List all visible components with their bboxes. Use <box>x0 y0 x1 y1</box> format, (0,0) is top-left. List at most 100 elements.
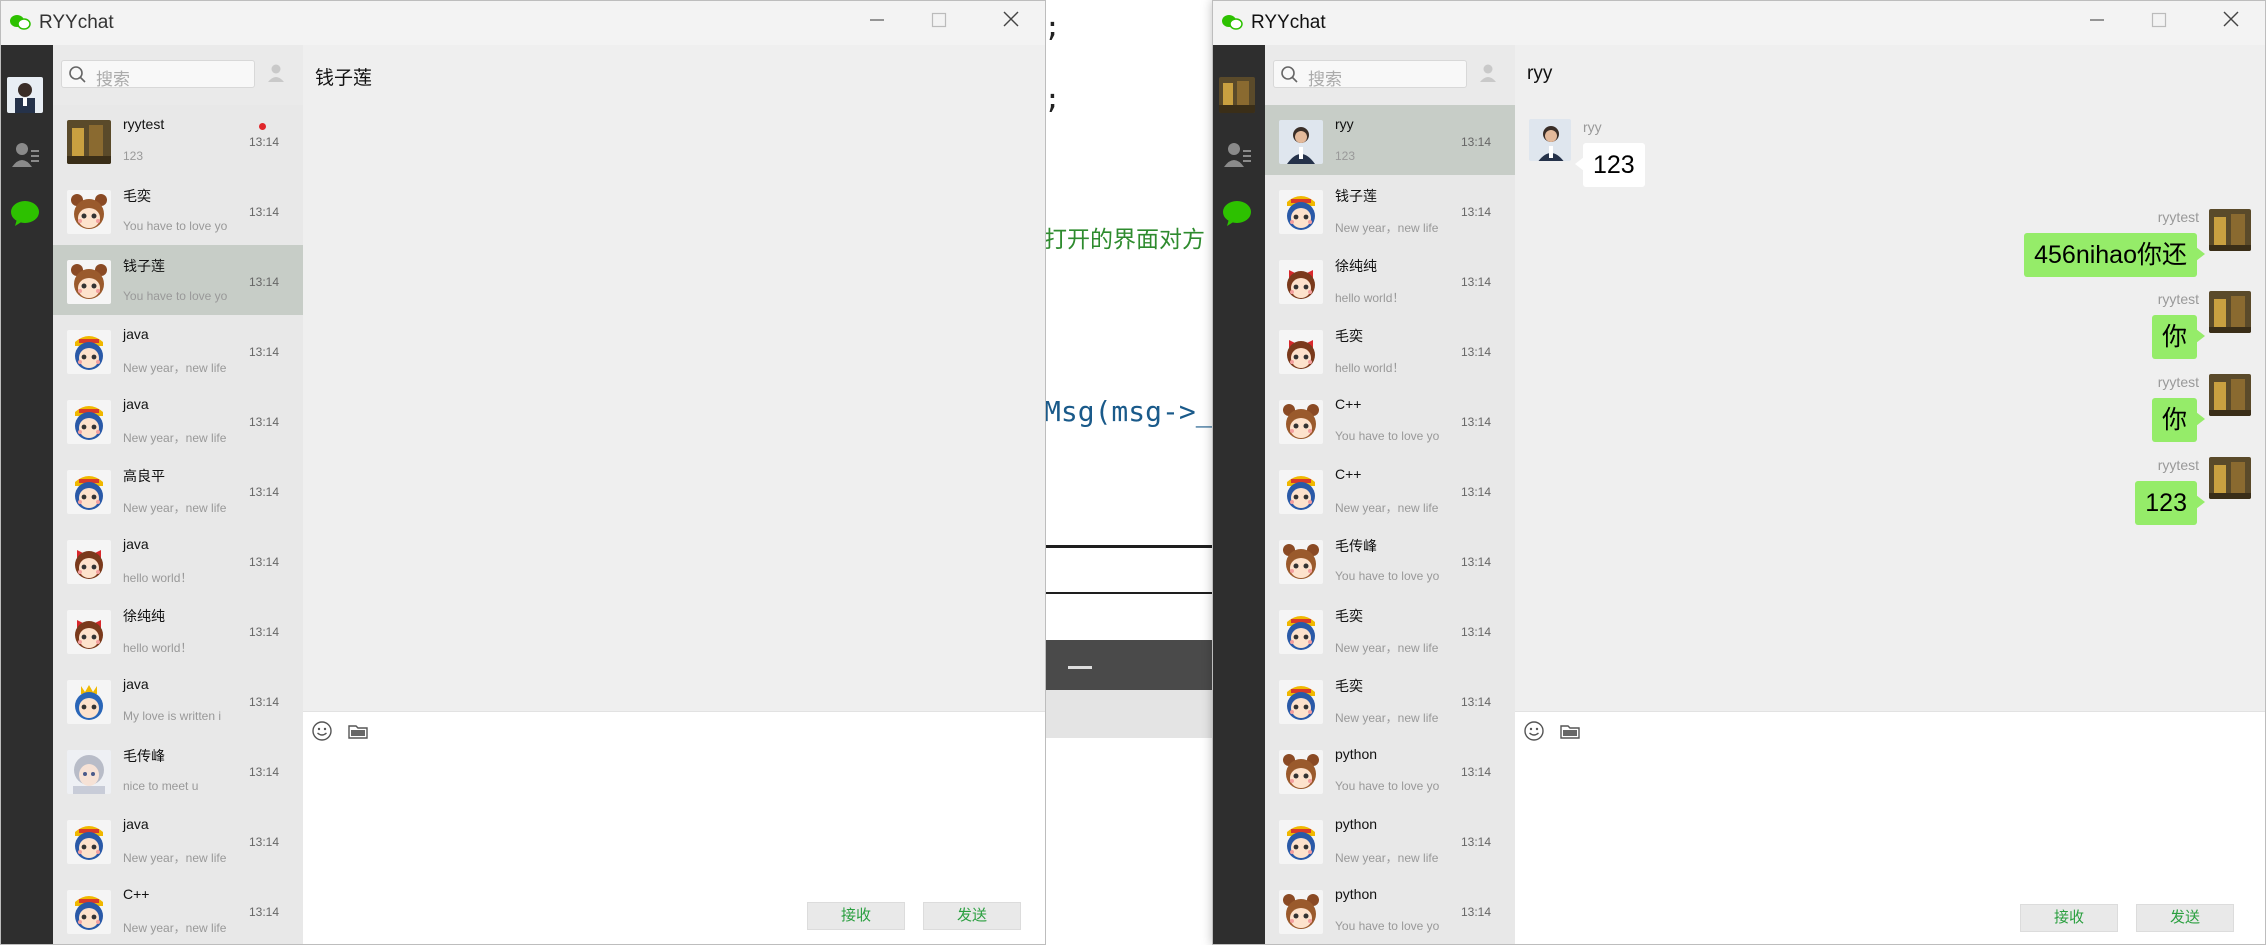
contact-name: 高良平 <box>123 468 165 484</box>
divider <box>1044 545 1214 548</box>
avatar-image <box>7 77 43 113</box>
message-time: 13:14 <box>249 205 280 219</box>
maximize-button[interactable] <box>921 7 957 37</box>
message-preview: 123 <box>1335 149 1356 163</box>
folder-icon[interactable] <box>1559 720 1581 742</box>
contact-item[interactable]: C++ You have to love yo 13:14 <box>1265 385 1515 455</box>
message-time: 13:14 <box>249 415 280 429</box>
minimize-dash <box>1068 666 1092 669</box>
minimize-button[interactable] <box>859 7 895 37</box>
contact-item[interactable]: C++ New year，new life 13:14 <box>1265 455 1515 525</box>
message-time: 13:14 <box>249 345 280 359</box>
user-avatar[interactable] <box>1219 77 1255 113</box>
contact-avatar <box>1279 260 1323 304</box>
contact-avatar <box>1279 330 1323 374</box>
minimize-icon <box>2090 19 2104 21</box>
maximize-button[interactable] <box>2141 7 2177 37</box>
contact-item[interactable]: 徐纯纯 hello world！ 13:14 <box>53 595 303 665</box>
contact-item[interactable]: java New year，new life 13:14 <box>53 805 303 875</box>
contact-item[interactable]: 钱子莲 You have to love yo 13:14 <box>53 245 303 315</box>
contact-item[interactable]: 高良平 New year，new life 13:14 <box>53 455 303 525</box>
contact-item[interactable]: C++ New year，new life 13:14 <box>53 875 303 944</box>
contact-item[interactable]: 毛奕 New year，new life 13:14 <box>1265 595 1515 665</box>
contact-name: C++ <box>123 886 150 902</box>
message-input[interactable]: 接收 发送 <box>1515 747 2265 944</box>
search-bar: 搜索 <box>53 45 303 105</box>
chat-icon[interactable] <box>1221 199 1253 227</box>
contact-item[interactable]: ryytest 123 13:14 <box>53 105 303 175</box>
contact-name: java <box>123 536 149 552</box>
minimize-button[interactable] <box>2079 7 2115 37</box>
contact-name: python <box>1335 746 1378 762</box>
message-preview: You have to love yo <box>123 289 228 303</box>
contact-item[interactable]: java My love is written i 13:14 <box>53 665 303 735</box>
contact-item[interactable]: 徐纯纯 hello world！ 13:14 <box>1265 245 1515 315</box>
sender-avatar <box>2209 291 2251 333</box>
send-button[interactable]: 发送 <box>923 902 1021 930</box>
search-placeholder: 搜索 <box>1308 70 1342 89</box>
add-contact-icon[interactable] <box>267 63 287 83</box>
search-input[interactable]: 搜索 <box>61 60 255 89</box>
contacts-icon[interactable] <box>11 141 41 169</box>
contact-name: ryy <box>1335 116 1354 132</box>
contact-name: python <box>1335 886 1378 902</box>
message-bubble: 123 <box>2135 481 2205 525</box>
message-list: ryy 123 ryytest 456nihao你还 ryytest 你 ryytest 你 r… <box>1515 105 2265 705</box>
message-time: 13:14 <box>1461 905 1492 919</box>
send-button[interactable]: 发送 <box>2136 904 2234 932</box>
contact-item[interactable]: 钱子莲 New year，new life 13:14 <box>1265 175 1515 245</box>
close-button[interactable] <box>993 7 1029 37</box>
message-bubble: 你 <box>2151 315 2206 359</box>
search-icon <box>1281 66 1298 83</box>
add-contact-icon[interactable] <box>1479 63 1499 83</box>
message-preview: hello world！ <box>1335 291 1405 305</box>
contact-item[interactable]: python You have to love yo 13:14 <box>1265 875 1515 944</box>
contact-name: C++ <box>1335 466 1362 482</box>
editor-panel <box>1044 690 1214 738</box>
title-bar: RYYchat <box>1 1 1045 45</box>
contact-item[interactable]: python You have to love yo 13:14 <box>1265 735 1515 805</box>
close-icon <box>2223 11 2239 27</box>
contact-avatar <box>1279 750 1323 794</box>
contact-item[interactable]: java New year，new life 13:14 <box>53 315 303 385</box>
contact-avatar <box>67 400 111 444</box>
message-time: 13:14 <box>1461 345 1492 359</box>
contact-item[interactable]: 毛传峰 You have to love yo 13:14 <box>1265 525 1515 595</box>
emoji-icon[interactable] <box>1523 720 1545 742</box>
contact-item[interactable]: 毛奕 You have to love yo 13:14 <box>53 175 303 245</box>
close-button[interactable] <box>2213 7 2249 37</box>
chat-icon[interactable] <box>9 199 41 227</box>
message-preview: You have to love yo <box>1335 429 1440 443</box>
contact-avatar <box>67 540 111 584</box>
contact-item[interactable]: ryy 123 13:14 <box>1265 105 1515 175</box>
message-time: 13:14 <box>249 555 280 569</box>
contact-item[interactable]: java hello world！ 13:14 <box>53 525 303 595</box>
contacts-icon[interactable] <box>1223 141 1253 169</box>
input-toolbar <box>303 711 1045 748</box>
message-time: 13:14 <box>1461 765 1492 779</box>
message-time: 13:14 <box>249 835 280 849</box>
contact-item[interactable]: 毛传峰 nice to meet u 13:14 <box>53 735 303 805</box>
sender-name: ryytest <box>2157 209 2199 225</box>
message-preview: 123 <box>123 149 144 163</box>
user-avatar[interactable] <box>7 77 43 113</box>
close-icon <box>1003 11 1019 27</box>
message-list <box>303 105 1045 705</box>
message-input[interactable]: 接收 发送 <box>303 747 1045 944</box>
emoji-icon[interactable] <box>311 720 333 742</box>
folder-icon[interactable] <box>347 720 369 742</box>
receive-button[interactable]: 接收 <box>807 902 905 930</box>
search-input[interactable]: 搜索 <box>1273 60 1467 89</box>
contact-avatar <box>1279 610 1323 654</box>
sender-name: ryytest <box>2157 457 2199 473</box>
app-logo-icon <box>1222 15 1243 30</box>
chat-window-left: RYYchat 搜索 ryytest 123 13:14 毛奕 You have to … <box>0 0 1046 945</box>
contact-item[interactable]: 毛奕 New year，new life 13:14 <box>1265 665 1515 735</box>
contact-item[interactable]: java New year，new life 13:14 <box>53 385 303 455</box>
receive-button[interactable]: 接收 <box>2020 904 2118 932</box>
contact-item[interactable]: 毛奕 hello world！ 13:14 <box>1265 315 1515 385</box>
contact-item[interactable]: python New year，new life 13:14 <box>1265 805 1515 875</box>
message-preview: New year，new life <box>1335 711 1439 725</box>
nav-sidebar <box>1 45 53 944</box>
contact-name: 毛传峰 <box>123 748 165 764</box>
